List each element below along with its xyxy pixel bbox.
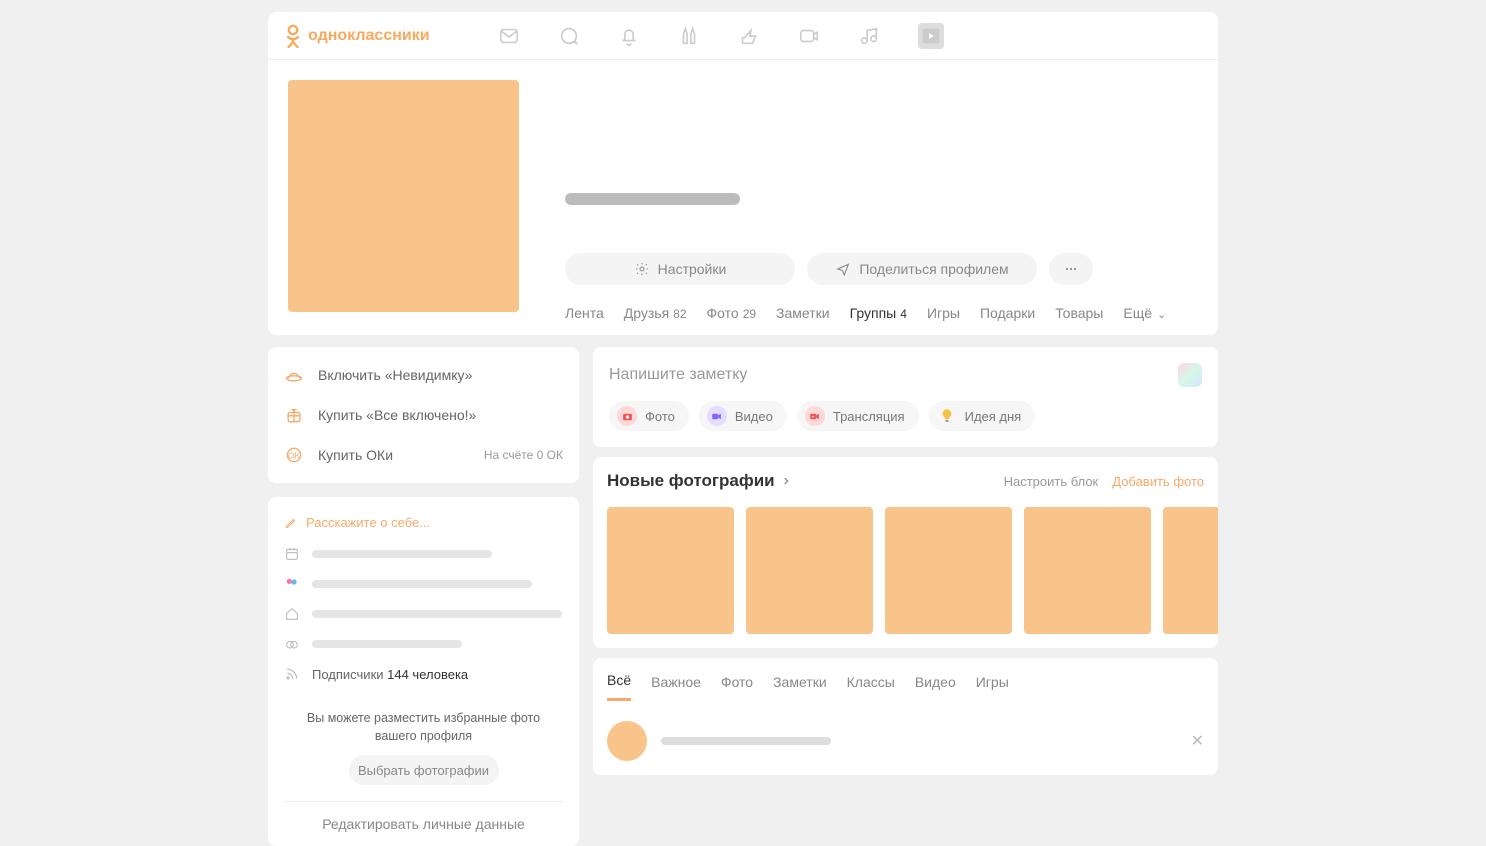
feed-tab-notes[interactable]: Заметки [773,674,827,700]
select-photos-button[interactable]: Выбрать фотографии [349,755,499,785]
brand-text: одноклассники [308,27,430,45]
profile-cover: Настройки Поделиться профилем Лента Друз… [268,60,1218,335]
discussions-icon[interactable] [558,25,580,47]
likes-icon[interactable] [738,25,760,47]
promo-card: Включить «Невидимку» Купить «Все включен… [268,347,579,483]
configure-block-link[interactable]: Настроить блок [1004,474,1099,489]
home-icon [284,606,300,622]
guests-icon[interactable] [678,25,700,47]
share-profile-button[interactable]: Поделиться профилем [807,253,1037,285]
balance-text: На счёте 0 ОК [484,448,563,462]
chip-stream[interactable]: Трансляция [797,401,919,431]
tab-goods[interactable]: Товары [1055,305,1103,321]
hat-icon [284,365,304,385]
feed-tab-games[interactable]: Игры [976,674,1009,700]
photo-thumbnail[interactable] [1163,507,1218,634]
feed-item-avatar[interactable] [607,721,647,761]
logo[interactable]: одноклассники [284,24,430,48]
lightbulb-icon [937,406,957,426]
ok-logo-icon [284,24,302,48]
photo-thumbnail[interactable] [885,507,1012,634]
close-icon[interactable]: ✕ [1191,731,1204,751]
rss-icon [284,666,300,682]
tab-gifts[interactable]: Подарки [980,305,1035,321]
promo-buy-oks[interactable]: OK Купить ОКи На счёте 0 ОК [268,435,579,475]
photo-thumbnail[interactable] [1024,507,1151,634]
profile-name-placeholder [565,193,740,205]
chip-video[interactable]: Видео [699,401,787,431]
about-line-location [284,606,563,622]
broadcast-icon [805,406,825,426]
compose-card: Напишите заметку Фото Видео Трансляция [593,347,1218,447]
tab-games[interactable]: Игры [927,305,960,321]
feed-tab-classes[interactable]: Классы [847,674,895,700]
about-line-status [284,636,563,652]
rings-icon [284,636,300,652]
promo-invisible[interactable]: Включить «Невидимку» [268,355,579,395]
profile-tabs: Лента Друзья82 Фото29 Заметки Группы4 Иг… [565,305,1198,335]
add-photo-link[interactable]: Добавить фото [1112,474,1204,489]
chevron-right-icon [781,476,791,486]
edit-personal-data-link[interactable]: Редактировать личные данные [284,802,563,846]
videocam-icon [707,406,727,426]
more-actions-button[interactable] [1049,253,1093,285]
feed-tab-important[interactable]: Важное [651,674,701,700]
svg-text:OK: OK [288,450,300,460]
video-icon[interactable] [798,25,820,47]
settings-button[interactable]: Настройки [565,253,795,285]
feed-card: Всё Важное Фото Заметки Классы Видео Игр… [593,658,1218,775]
feed-tab-photos[interactable]: Фото [721,674,753,700]
about-yourself-link[interactable]: Расскажите о себе... [284,515,563,530]
feed-tabs: Всё Важное Фото Заметки Классы Видео Игр… [607,672,1204,701]
tab-groups[interactable]: Группы4 [850,305,907,321]
feed-tab-all[interactable]: Всё [607,672,631,701]
notifications-icon[interactable] [618,25,640,47]
tab-notes[interactable]: Заметки [776,305,830,321]
music-icon[interactable] [858,25,880,47]
new-photos-card: Новые фотографии Настроить блок Добавить… [593,457,1218,648]
tab-feed[interactable]: Лента [565,305,604,321]
promo-all-inclusive[interactable]: Купить «Все включено!» [268,395,579,435]
gift-icon [284,405,304,425]
chip-photo[interactable]: Фото [609,401,689,431]
about-line-birthday [284,546,563,562]
profile-avatar[interactable] [288,80,519,312]
photo-thumbnail[interactable] [607,507,734,634]
tab-more[interactable]: Ещё⌄ [1123,305,1166,321]
tab-friends[interactable]: Друзья82 [624,305,687,321]
chevron-down-icon: ⌄ [1157,308,1166,321]
coin-icon: OK [284,445,304,465]
feed-tab-video[interactable]: Видео [915,674,956,700]
new-photos-title[interactable]: Новые фотографии [607,471,791,491]
chip-idea[interactable]: Идея дня [929,401,1036,431]
pencil-icon [284,516,298,530]
tab-photos[interactable]: Фото29 [707,305,757,321]
featured-photos-hint: Вы можете разместить избранные фото ваше… [284,696,563,755]
calendar-icon [284,546,300,562]
about-line-celebration [284,576,563,592]
messages-icon[interactable] [498,25,520,47]
tv-icon[interactable] [918,23,944,49]
topbar: одноклассники [268,12,1218,60]
compose-input[interactable]: Напишите заметку [609,366,747,384]
compose-glyph-icon[interactable] [1178,363,1202,387]
feed-item: ✕ [607,721,1204,761]
camera-icon [617,406,637,426]
about-line-subscribers[interactable]: Подписчики 144 человека [284,666,563,682]
about-card: Расскажите о себе... [268,497,579,846]
photo-thumbnail[interactable] [746,507,873,634]
feed-item-text-placeholder [661,737,831,745]
balloons-icon [284,576,300,592]
